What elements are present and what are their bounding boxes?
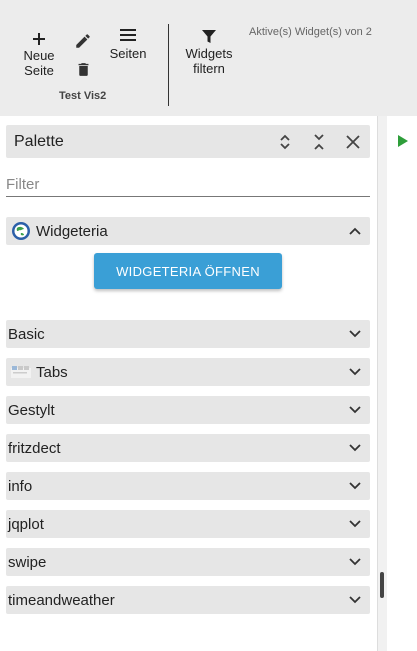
group-jqplot[interactable]: jqplot <box>6 510 370 538</box>
group-timeandweather[interactable]: timeandweather <box>6 586 370 614</box>
palette-scrollbar[interactable] <box>377 116 387 651</box>
project-name: Test Vis2 <box>59 90 107 102</box>
chevron-down-icon <box>340 472 370 500</box>
group-gestylt[interactable]: Gestylt <box>6 396 370 424</box>
plus-icon <box>32 28 46 50</box>
chevron-up-icon <box>340 217 370 245</box>
active-widgets-info: Aktive(s) Widget(s) von 2 <box>249 26 372 38</box>
chevron-down-icon <box>340 396 370 424</box>
filter-field <box>6 173 370 197</box>
widgets-filter-button[interactable]: Widgets filtern <box>182 26 236 76</box>
group-tabs[interactable]: Tabs <box>6 358 370 386</box>
chevron-down-icon <box>340 434 370 462</box>
new-page-button[interactable]: Neue Seite <box>20 28 58 78</box>
group-swipe[interactable]: swipe <box>6 548 370 576</box>
collapse-all-icon[interactable] <box>302 125 336 158</box>
palette-title: Palette <box>14 132 64 150</box>
scrollbar-thumb[interactable] <box>380 572 384 598</box>
right-panel <box>387 116 417 651</box>
chevron-down-icon <box>340 320 370 348</box>
group-basic[interactable]: Basic <box>6 320 370 348</box>
palette-header: Palette <box>6 125 370 158</box>
open-widgeteria-button[interactable]: WIDGETERIA ÖFFNEN <box>94 253 282 289</box>
new-page-label: Neue Seite <box>23 48 55 78</box>
edit-page-button[interactable] <box>72 30 94 52</box>
group-widgeteria[interactable]: Widgeteria <box>6 217 370 245</box>
toolbar-divider <box>168 24 169 106</box>
toolbar: Neue Seite Seiten Test Vis2 Widgets filt… <box>0 0 417 116</box>
group-info[interactable]: info <box>6 472 370 500</box>
menu-icon <box>119 24 137 46</box>
pages-button[interactable]: Seiten <box>106 24 150 61</box>
filter-icon <box>201 26 217 48</box>
group-label: timeandweather <box>8 591 115 609</box>
pencil-icon <box>74 30 92 52</box>
group-label: fritzdect <box>8 439 61 457</box>
widgeteria-icon <box>6 221 36 241</box>
group-label: jqplot <box>8 515 44 533</box>
group-label: Tabs <box>36 363 68 381</box>
expand-all-icon[interactable] <box>268 125 302 158</box>
widgets-filter-label: Widgets filtern <box>185 46 233 76</box>
widgeteria-label: Widgeteria <box>36 222 108 240</box>
close-icon[interactable] <box>336 125 370 158</box>
group-label: Basic <box>8 325 45 343</box>
chevron-down-icon <box>340 358 370 386</box>
group-label: swipe <box>8 553 47 571</box>
trash-icon <box>75 58 92 80</box>
chevron-down-icon <box>340 510 370 538</box>
group-label: Gestylt <box>8 401 55 419</box>
delete-page-button[interactable] <box>72 58 94 80</box>
tabs-icon <box>6 366 36 378</box>
chevron-down-icon <box>340 548 370 576</box>
group-label: info <box>8 477 33 495</box>
filter-input[interactable] <box>6 173 370 195</box>
group-fritzdect[interactable]: fritzdect <box>6 434 370 462</box>
chevron-down-icon <box>340 586 370 614</box>
pages-label: Seiten <box>109 46 147 61</box>
play-icon[interactable] <box>397 134 409 153</box>
